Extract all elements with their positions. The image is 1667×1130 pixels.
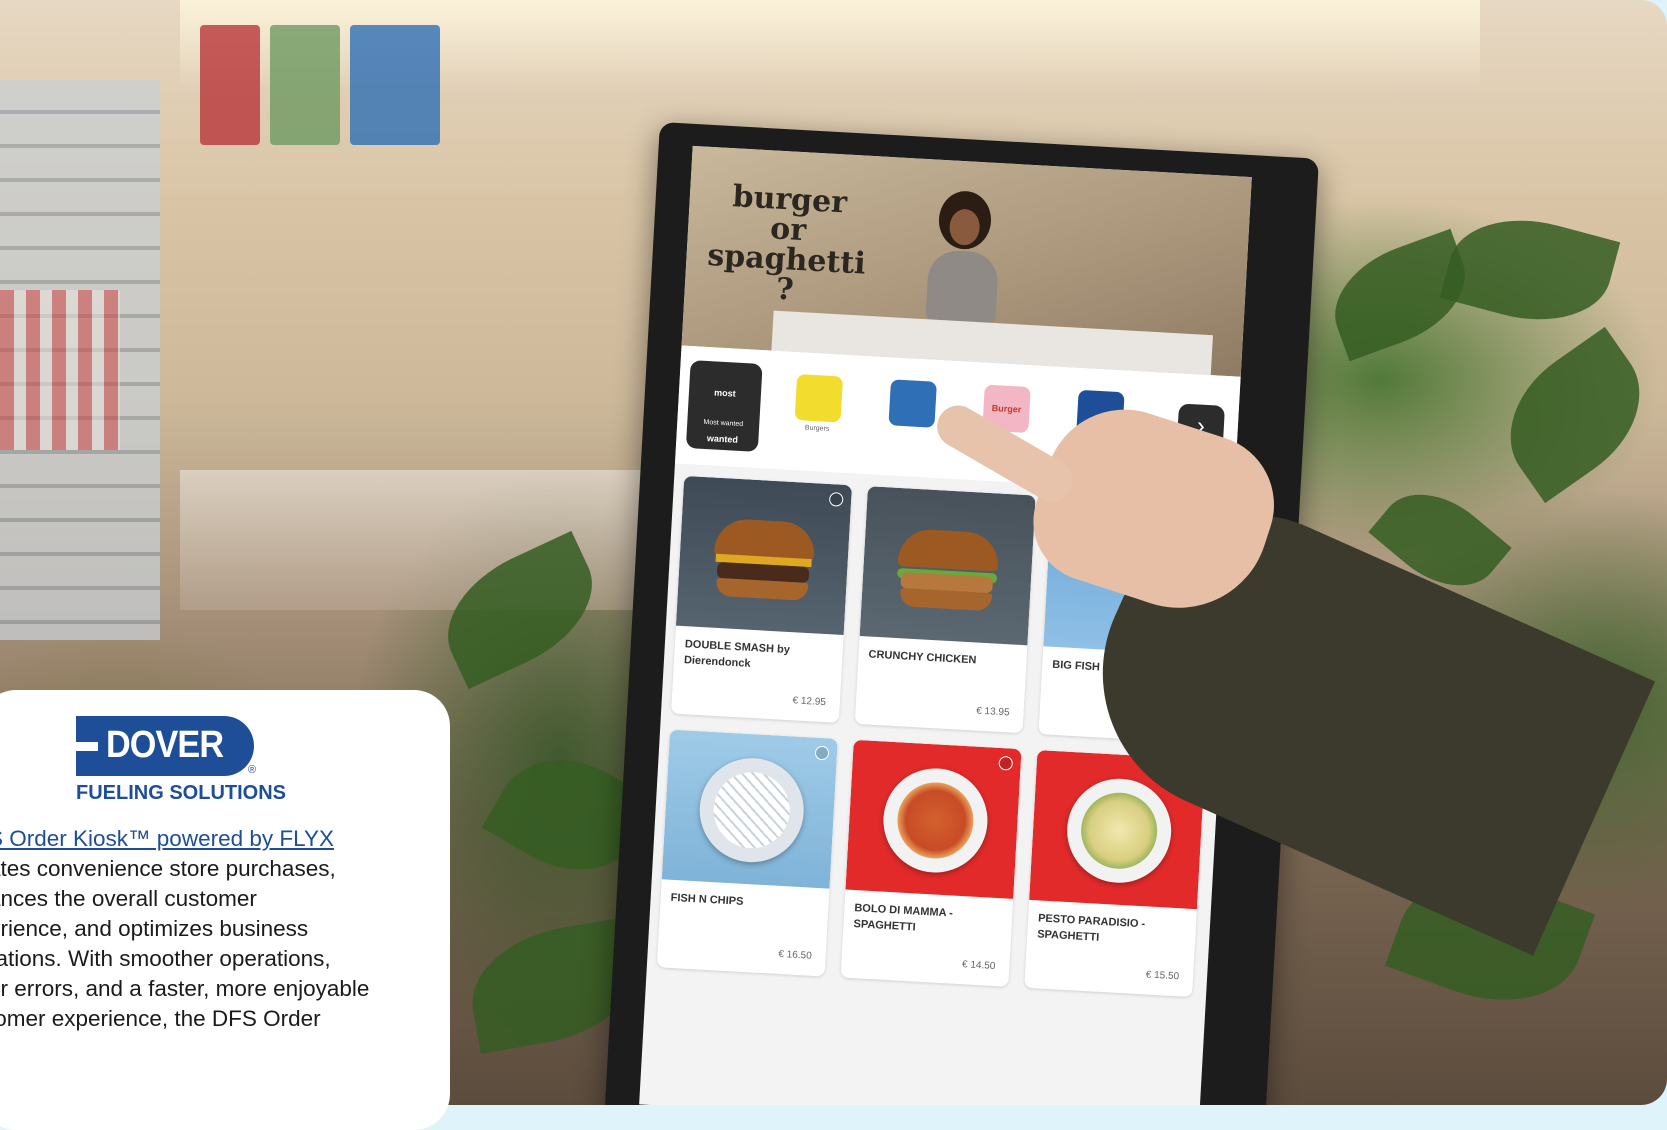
info-icon[interactable] (814, 745, 830, 761)
product-link[interactable]: S Order Kiosk™ powered by FLYX (0, 824, 418, 854)
product-image (845, 739, 1022, 899)
product-image (661, 729, 838, 889)
burger-image (712, 517, 816, 603)
logo-subtitle: FUELING SOLUTIONS (76, 782, 286, 804)
dover-logo: DOVER ® FUELING SOLUTIONS (76, 716, 316, 806)
category-most-wanted[interactable]: most wanted Most wanted (685, 360, 763, 452)
plant-leaf (1482, 326, 1667, 504)
logo-dash (76, 742, 98, 751)
info-icon[interactable] (828, 492, 844, 507)
menu-board (350, 25, 440, 145)
info-text: S Order Kiosk™ powered by FLYX ates conv… (0, 824, 418, 1034)
product-name: FISH N CHIPS (670, 891, 744, 908)
product-image (859, 486, 1036, 646)
fish-chips-image (696, 755, 807, 866)
hero-text: burger or spaghetti ? (706, 179, 867, 308)
plant-leaf (1439, 200, 1621, 340)
info-line: ates convenience store purchases, (0, 856, 336, 881)
hero-banner: burger or spaghetti ? (681, 145, 1252, 377)
burger-image (895, 528, 1000, 613)
info-line: er errors, and a faster, more enjoyable (0, 976, 370, 1001)
info-line: tomer experience, the DFS Order (0, 1006, 321, 1031)
info-line: erience, and optimizes business (0, 916, 309, 941)
category-label: Burgers (804, 424, 830, 433)
category-icon (888, 379, 937, 428)
product-name: DOUBLE SMASH by Dierendonck (683, 638, 791, 670)
info-line: rations. With smoother operations, (0, 946, 331, 971)
category-icon: most wanted (706, 387, 739, 445)
category-icon (794, 374, 844, 423)
category-burgers[interactable]: Burgers (780, 365, 857, 457)
product-name: PESTO PARADISIO - SPAGHETTI (1036, 912, 1146, 944)
menu-board (200, 25, 260, 145)
hero-body (925, 249, 1000, 324)
fridge-products (0, 290, 120, 450)
product-card[interactable]: CRUNCHY CHICKEN € 13.95 (854, 486, 1036, 734)
product-price: € 13.95 (975, 705, 1010, 719)
product-card[interactable]: BOLO DI MAMMA - SPAGHETTI € 14.50 (840, 739, 1022, 987)
product-price: € 12.95 (792, 695, 827, 709)
logo-wordmark: DOVER (106, 724, 224, 766)
store-counter (180, 470, 700, 610)
product-price: € 15.50 (1145, 969, 1180, 983)
menu-board (270, 25, 340, 145)
product-card[interactable]: DOUBLE SMASH by Dierendonck € 12.95 (670, 475, 853, 723)
info-line: ances the overall customer (0, 886, 257, 911)
product-price: € 16.50 (778, 948, 812, 962)
registered-mark: ® (248, 764, 257, 776)
spaghetti-pesto-image (1064, 775, 1174, 886)
product-name: CRUNCHY CHICKEN (868, 648, 977, 667)
product-name: BOLO DI MAMMA - SPAGHETTI (853, 902, 954, 934)
product-image (675, 475, 853, 636)
spaghetti-bolognese-image (880, 765, 991, 876)
product-card[interactable]: FISH N CHIPS € 16.50 (656, 729, 838, 977)
product-price: € 14.50 (961, 959, 996, 973)
info-icon[interactable] (998, 755, 1014, 771)
